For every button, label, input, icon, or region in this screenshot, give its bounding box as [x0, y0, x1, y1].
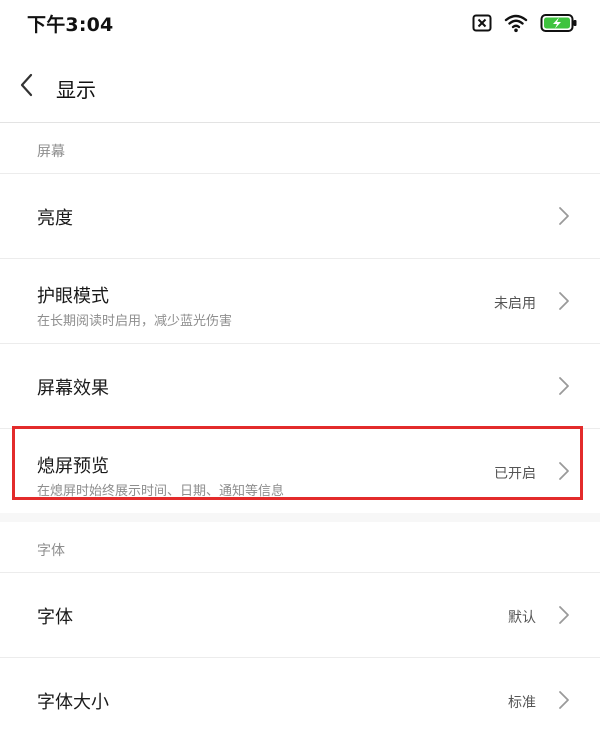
- row-title: 护眼模式: [37, 286, 109, 307]
- row-always-on-display[interactable]: 熄屏预览 在熄屏时始终展示时间、日期、通知等信息 已开启: [0, 429, 600, 513]
- row-screen-effect[interactable]: 屏幕效果: [0, 344, 600, 429]
- wifi-icon: [504, 14, 528, 33]
- chevron-right-icon: [559, 606, 569, 624]
- chevron-right-icon: [559, 207, 569, 225]
- row-value: 默认: [508, 610, 536, 626]
- chevron-right-icon: [559, 462, 569, 480]
- chevron-right-icon: [559, 292, 569, 310]
- row-brightness[interactable]: 亮度: [0, 174, 600, 259]
- row-title: 亮度: [37, 208, 73, 229]
- section-label: 屏幕: [37, 144, 65, 160]
- row-title: 字体大小: [37, 692, 109, 713]
- row-title: 熄屏预览: [37, 456, 109, 477]
- chevron-left-icon[interactable]: [16, 72, 38, 98]
- row-subtitle: 在长期阅读时启用，减少蓝光伤害: [37, 314, 233, 329]
- row-eye-protection[interactable]: 护眼模式 在长期阅读时启用，减少蓝光伤害 未启用: [0, 259, 600, 344]
- row-font-size[interactable]: 字体大小 标准: [0, 658, 600, 742]
- page-title: 显示: [56, 78, 96, 102]
- chevron-right-icon: [559, 691, 569, 709]
- row-value: 标准: [508, 695, 536, 711]
- row-title: 字体: [37, 607, 73, 628]
- chevron-right-icon: [559, 377, 569, 395]
- no-sim-icon: [472, 14, 492, 32]
- status-icons: [472, 11, 578, 35]
- section-header: 字体: [0, 522, 600, 573]
- row-font[interactable]: 字体 默认: [0, 573, 600, 658]
- status-bar: 下午3:04: [0, 0, 600, 46]
- section-screen: 屏幕 亮度 护眼模式 在长期阅读时启用，减少蓝光伤害 未启用 屏幕效果 熄屏预览…: [0, 123, 600, 513]
- row-value: 已开启: [494, 466, 536, 482]
- battery-charging-icon: [540, 14, 577, 32]
- row-value: 未启用: [494, 296, 536, 312]
- row-title: 屏幕效果: [37, 378, 109, 399]
- section-label: 字体: [37, 543, 65, 559]
- row-subtitle: 在熄屏时始终展示时间、日期、通知等信息: [37, 484, 285, 499]
- section-font: 字体 字体 默认 字体大小 标准: [0, 522, 600, 742]
- status-time: 下午3:04: [27, 14, 114, 36]
- page-header: 显示: [0, 46, 600, 123]
- section-header: 屏幕: [0, 123, 600, 174]
